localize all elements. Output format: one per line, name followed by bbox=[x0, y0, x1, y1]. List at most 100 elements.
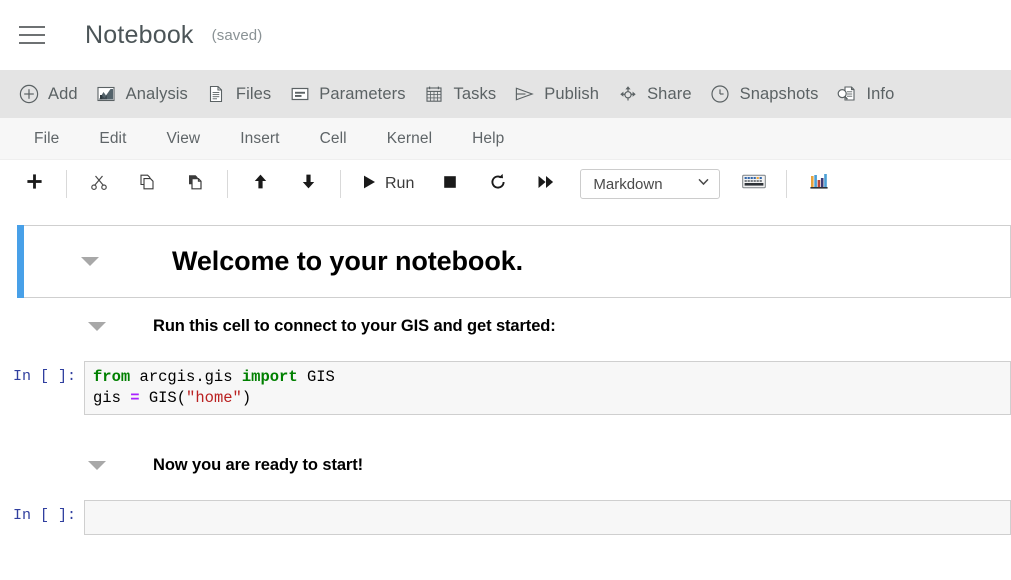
notebook-cell-code[interactable]: In [ ]: from arcgis.gis import GIS gis =… bbox=[0, 361, 1011, 415]
info-search-document-icon bbox=[836, 84, 857, 105]
copy-cell-button[interactable] bbox=[129, 169, 165, 199]
cell-markdown-text: Now you are ready to start! bbox=[153, 456, 363, 475]
cell-markdown-text: Run this cell to connect to your GIS and… bbox=[153, 317, 556, 336]
file-document-icon bbox=[206, 84, 227, 105]
cell-type-select[interactable]: Markdown bbox=[580, 169, 720, 199]
charts-button[interactable] bbox=[801, 169, 837, 199]
collapse-caret-icon[interactable] bbox=[88, 461, 106, 470]
move-cell-down-button[interactable] bbox=[290, 169, 326, 199]
toolbar-item-files[interactable]: Files bbox=[197, 70, 280, 118]
plus-circle-icon bbox=[18, 84, 39, 105]
toolbar-label: Publish bbox=[544, 85, 599, 104]
notebook-cell-markdown-instruction[interactable]: Run this cell to connect to your GIS and… bbox=[25, 298, 1011, 354]
toolbar-item-snapshots[interactable]: Snapshots bbox=[701, 70, 828, 118]
run-cell-button[interactable]: Run bbox=[355, 169, 420, 199]
run-button-label: Run bbox=[385, 175, 414, 193]
toolbar-item-publish[interactable]: Publish bbox=[505, 70, 608, 118]
arrow-down-icon bbox=[300, 173, 317, 195]
code-cell-input[interactable] bbox=[84, 500, 1011, 535]
menu-item-file[interactable]: File bbox=[20, 126, 73, 152]
toolbar-item-analysis[interactable]: Analysis bbox=[87, 70, 197, 118]
restart-and-run-all-button[interactable] bbox=[528, 169, 564, 199]
notebook-cell-heading[interactable]: Welcome to your notebook. bbox=[18, 225, 1011, 298]
code-token-call: GIS( bbox=[140, 389, 187, 407]
command-palette-button[interactable] bbox=[736, 169, 772, 199]
clock-history-icon bbox=[710, 84, 731, 105]
toolbar-item-share[interactable]: Share bbox=[608, 70, 701, 118]
interrupt-kernel-button[interactable] bbox=[432, 169, 468, 199]
code-token-module: arcgis.gis bbox=[130, 368, 242, 386]
scissors-icon bbox=[90, 173, 108, 196]
title-bar: Notebook (saved) bbox=[0, 0, 1011, 70]
toolbar-item-parameters[interactable]: Parameters bbox=[280, 70, 414, 118]
chevron-down-icon bbox=[697, 175, 710, 193]
toolbar-label: Files bbox=[236, 85, 271, 104]
toolbar-label: Info bbox=[866, 85, 894, 104]
jupyter-toolbar: Run Markdown bbox=[0, 160, 1011, 208]
toolbar-separator bbox=[786, 170, 787, 198]
paste-icon bbox=[186, 173, 204, 196]
toolbar-item-tasks[interactable]: Tasks bbox=[415, 70, 506, 118]
parameters-form-icon bbox=[289, 84, 310, 105]
menu-item-view[interactable]: View bbox=[153, 126, 215, 152]
code-token-operator: = bbox=[130, 389, 139, 407]
menu-item-kernel[interactable]: Kernel bbox=[373, 126, 446, 152]
bar-chart-icon bbox=[809, 172, 829, 196]
cell-spacer bbox=[0, 415, 1011, 437]
toolbar-label: Add bbox=[48, 85, 78, 104]
hamburger-bar bbox=[19, 26, 45, 28]
keyboard-icon bbox=[742, 173, 766, 195]
menu-item-cell[interactable]: Cell bbox=[306, 126, 361, 152]
toolbar-separator bbox=[227, 170, 228, 198]
copy-icon bbox=[138, 173, 156, 196]
analysis-chart-icon bbox=[96, 84, 117, 105]
toolbar-label: Parameters bbox=[319, 85, 405, 104]
move-cell-up-button[interactable] bbox=[242, 169, 278, 199]
notebook-title: Notebook bbox=[85, 21, 194, 50]
restart-kernel-button[interactable] bbox=[480, 169, 516, 199]
notebook-cell-code-empty[interactable]: In [ ]: bbox=[0, 500, 1011, 535]
toolbar-item-add[interactable]: Add bbox=[9, 70, 87, 118]
plus-icon bbox=[26, 173, 43, 195]
cut-cell-button[interactable] bbox=[81, 169, 117, 199]
save-status-label: (saved) bbox=[212, 27, 263, 44]
menu-bar: File Edit View Insert Cell Kernel Help bbox=[0, 118, 1011, 160]
arrow-up-icon bbox=[252, 173, 269, 195]
selected-cell-indicator bbox=[17, 225, 24, 298]
code-token-string: "home" bbox=[186, 389, 242, 407]
hamburger-bar bbox=[19, 34, 45, 36]
toolbar-label: Tasks bbox=[454, 85, 497, 104]
code-token-name: GIS bbox=[298, 368, 335, 386]
code-cell-input[interactable]: from arcgis.gis import GIS gis = GIS("ho… bbox=[84, 361, 1011, 415]
insert-cell-below-button[interactable] bbox=[16, 169, 52, 199]
code-token-paren: ) bbox=[242, 389, 251, 407]
cell-type-value: Markdown bbox=[593, 176, 662, 193]
code-token-variable: gis bbox=[93, 389, 130, 407]
code-token-keyword: import bbox=[242, 368, 298, 386]
calendar-tasks-icon bbox=[424, 84, 445, 105]
send-paper-plane-icon bbox=[514, 84, 535, 105]
collapse-caret-icon[interactable] bbox=[88, 322, 106, 331]
code-cell-prompt: In [ ]: bbox=[0, 361, 84, 385]
toolbar-separator bbox=[340, 170, 341, 198]
cell-heading-text: Welcome to your notebook. bbox=[172, 246, 523, 277]
toolbar-label: Analysis bbox=[126, 85, 188, 104]
paste-cell-button[interactable] bbox=[177, 169, 213, 199]
toolbar-item-info[interactable]: Info bbox=[827, 70, 903, 118]
restart-circular-arrow-icon bbox=[489, 173, 507, 196]
code-token-keyword: from bbox=[93, 368, 130, 386]
stop-square-icon bbox=[442, 174, 458, 195]
notebook-body: Welcome to your notebook. Run this cell … bbox=[0, 208, 1011, 580]
collapse-caret-icon[interactable] bbox=[81, 257, 99, 266]
toolbar-separator bbox=[66, 170, 67, 198]
code-cell-prompt: In [ ]: bbox=[0, 500, 84, 524]
toolbar-label: Share bbox=[647, 85, 692, 104]
toolbar-label: Snapshots bbox=[740, 85, 819, 104]
hamburger-menu-icon[interactable] bbox=[12, 15, 52, 55]
app-toolbar: Add Analysis Files bbox=[0, 70, 1011, 118]
menu-item-help[interactable]: Help bbox=[458, 126, 518, 152]
share-nodes-icon bbox=[617, 84, 638, 105]
menu-item-edit[interactable]: Edit bbox=[85, 126, 140, 152]
notebook-cell-markdown-ready[interactable]: Now you are ready to start! bbox=[25, 437, 1011, 493]
menu-item-insert[interactable]: Insert bbox=[226, 126, 293, 152]
